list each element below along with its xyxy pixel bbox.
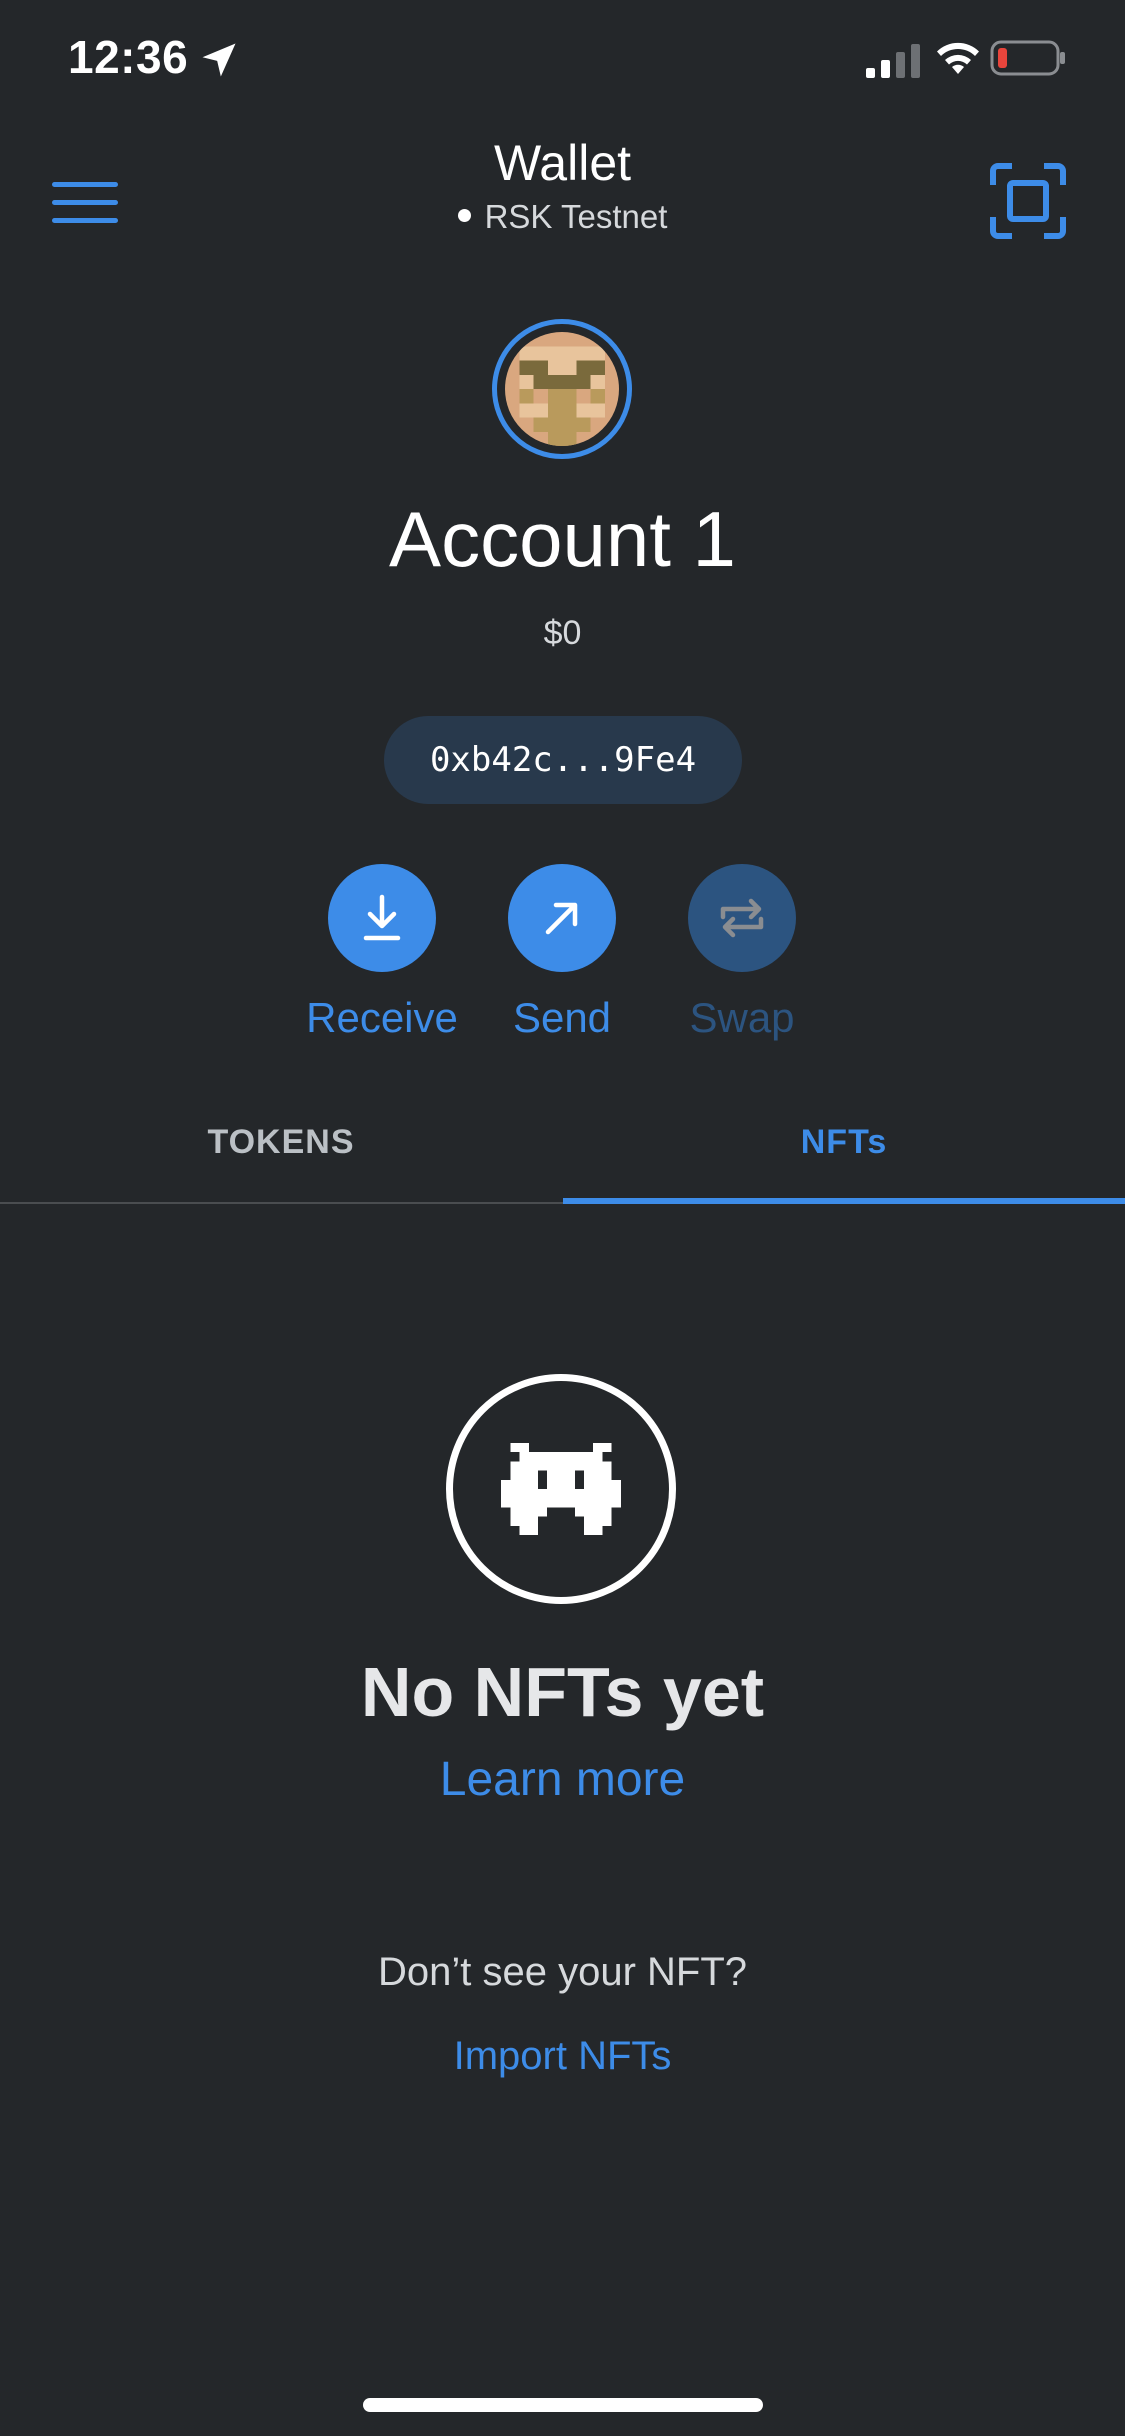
network-name: RSK Testnet: [484, 198, 668, 235]
swap-button-circle[interactable]: [688, 864, 796, 972]
space-invader-icon: [501, 1443, 621, 1535]
active-tab-indicator: [563, 1198, 1125, 1204]
cellular-signal-icon: [866, 44, 920, 78]
account-balance: $0: [543, 614, 582, 652]
learn-more-link[interactable]: Learn more: [0, 1752, 1125, 1807]
network-status-dot: [457, 208, 471, 222]
account-avatar[interactable]: [492, 319, 632, 459]
qr-scan-icon[interactable]: [990, 163, 1066, 239]
import-nfts-link[interactable]: Import NFTs: [0, 2034, 1125, 2079]
send-label: Send: [512, 994, 612, 1041]
send-button-circle[interactable]: [508, 864, 616, 972]
empty-state-title: No NFTs yet: [360, 1653, 765, 1731]
page-title: Wallet: [493, 135, 632, 191]
battery-low-icon: [990, 40, 1065, 76]
missing-nft-prompt: Don’t see your NFT?: [377, 1950, 748, 1994]
receive-button[interactable]: Receive: [282, 864, 482, 1064]
status-bar: 12:36: [0, 0, 1125, 120]
account-name[interactable]: Account 1: [0, 494, 1125, 585]
receive-button-circle[interactable]: [328, 864, 436, 972]
account-address-pill[interactable]: 0xb42c...9Fe4: [384, 716, 742, 804]
wallet-screen: 12:36 Wallet RSK Testnet Account 1 $0 0x…: [0, 0, 1125, 2436]
status-time: 12:36: [68, 31, 189, 83]
asset-tabs: TOKENS NFTs: [0, 1080, 1125, 1204]
diagonal-arrow-icon: [545, 902, 578, 935]
home-indicator[interactable]: [363, 2398, 763, 2412]
wifi-icon: [937, 42, 979, 74]
receive-label: Receive: [306, 994, 458, 1041]
download-arrow-icon: [363, 894, 401, 941]
send-button[interactable]: Send: [462, 864, 662, 1064]
network-indicator[interactable]: RSK Testnet: [0, 198, 1125, 236]
location-arrow-icon: [202, 43, 236, 77]
tab-tokens[interactable]: TOKENS: [0, 1080, 562, 1204]
pixel-identicon-avatar: [505, 332, 619, 446]
swap-label: Swap: [689, 994, 795, 1041]
tab-nfts[interactable]: NFTs: [563, 1080, 1125, 1204]
nft-empty-icon-circle: [446, 1374, 676, 1604]
swap-button[interactable]: Swap: [642, 864, 842, 1064]
swap-arrows-icon: [720, 898, 764, 938]
